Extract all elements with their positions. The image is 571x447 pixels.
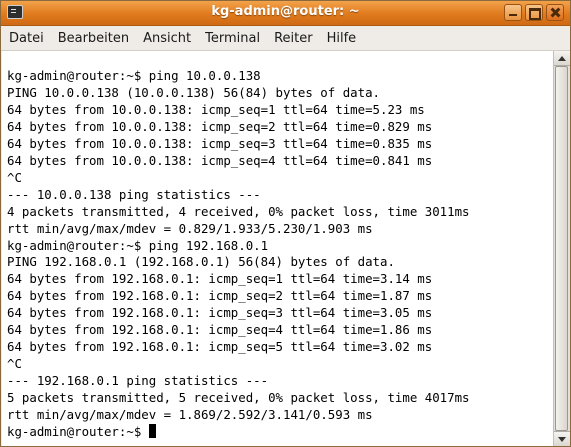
terminal-line: kg-admin@router:~$ ping 192.168.0.1 [7, 237, 269, 253]
terminal-line: 64 bytes from 192.168.0.1: icmp_seq=3 tt… [7, 305, 433, 321]
terminal-line: --- 192.168.0.1 ping statistics --- [7, 373, 269, 389]
vertical-scrollbar[interactable] [553, 51, 570, 446]
menu-datei[interactable]: Datei [1, 31, 51, 46]
menu-ansicht[interactable]: Ansicht [136, 31, 198, 46]
terminal-line: kg-admin@router:~$ ping 10.0.0.138 [7, 68, 261, 83]
window-title: kg-admin@router: ~ [211, 4, 360, 19]
terminal-line: 64 bytes from 192.168.0.1: icmp_seq=1 tt… [7, 271, 433, 287]
text-cursor [148, 424, 156, 439]
terminal-line: 64 bytes from 10.0.0.138: icmp_seq=1 ttl… [7, 101, 425, 117]
terminal-window: kg-admin@router: ~ Datei Bearbeiten Ansi… [0, 0, 571, 447]
terminal-line: PING 192.168.0.1 (192.168.0.1) 56(84) by… [7, 254, 395, 270]
terminal-line: 64 bytes from 192.168.0.1: icmp_seq=5 tt… [7, 339, 433, 355]
menu-hilfe[interactable]: Hilfe [320, 31, 364, 46]
menu-terminal[interactable]: Terminal [198, 31, 267, 46]
terminal-output-area[interactable]: kg-admin@router:~$ ping 10.0.0.138 PING … [2, 51, 553, 446]
scroll-up-arrow-icon[interactable] [554, 51, 570, 66]
terminal-line: rtt min/avg/max/mdev = 0.829/1.933/5.230… [7, 220, 373, 236]
terminal-line: ^C [7, 356, 22, 372]
minimize-button[interactable] [504, 4, 522, 21]
terminal-line: --- 10.0.0.138 ping statistics --- [7, 186, 261, 202]
terminal-line: ^C [7, 169, 22, 185]
terminal-line: 64 bytes from 10.0.0.138: icmp_seq=4 ttl… [7, 152, 433, 168]
terminal-prompt: kg-admin@router:~$ [7, 424, 149, 440]
menu-reiter[interactable]: Reiter [267, 31, 320, 46]
terminal-line: 4 packets transmitted, 4 received, 0% pa… [7, 203, 470, 219]
terminal-line: 64 bytes from 10.0.0.138: icmp_seq=2 ttl… [7, 118, 433, 134]
menu-bearbeiten[interactable]: Bearbeiten [51, 31, 136, 46]
title-bar[interactable]: kg-admin@router: ~ [1, 1, 570, 26]
terminal-text: kg-admin@router:~$ ping 10.0.0.138 PING … [7, 68, 470, 441]
terminal-line: 64 bytes from 192.168.0.1: icmp_seq=4 tt… [7, 322, 433, 338]
close-button[interactable] [546, 4, 564, 21]
terminal-line: 64 bytes from 192.168.0.1: icmp_seq=2 tt… [7, 288, 433, 304]
terminal-line: rtt min/avg/max/mdev = 1.869/2.592/3.141… [7, 407, 373, 423]
terminal-line: 5 packets transmitted, 5 received, 0% pa… [7, 390, 470, 406]
terminal-line: PING 10.0.0.138 (10.0.0.138) 56(84) byte… [7, 84, 380, 100]
terminal-line: 64 bytes from 10.0.0.138: icmp_seq=3 ttl… [7, 135, 433, 151]
menu-bar: Datei Bearbeiten Ansicht Terminal Reiter… [1, 26, 570, 51]
maximize-button[interactable] [525, 4, 543, 21]
scroll-down-arrow-icon[interactable] [554, 431, 570, 446]
scrollbar-thumb[interactable] [555, 66, 568, 431]
window-controls [504, 4, 564, 21]
